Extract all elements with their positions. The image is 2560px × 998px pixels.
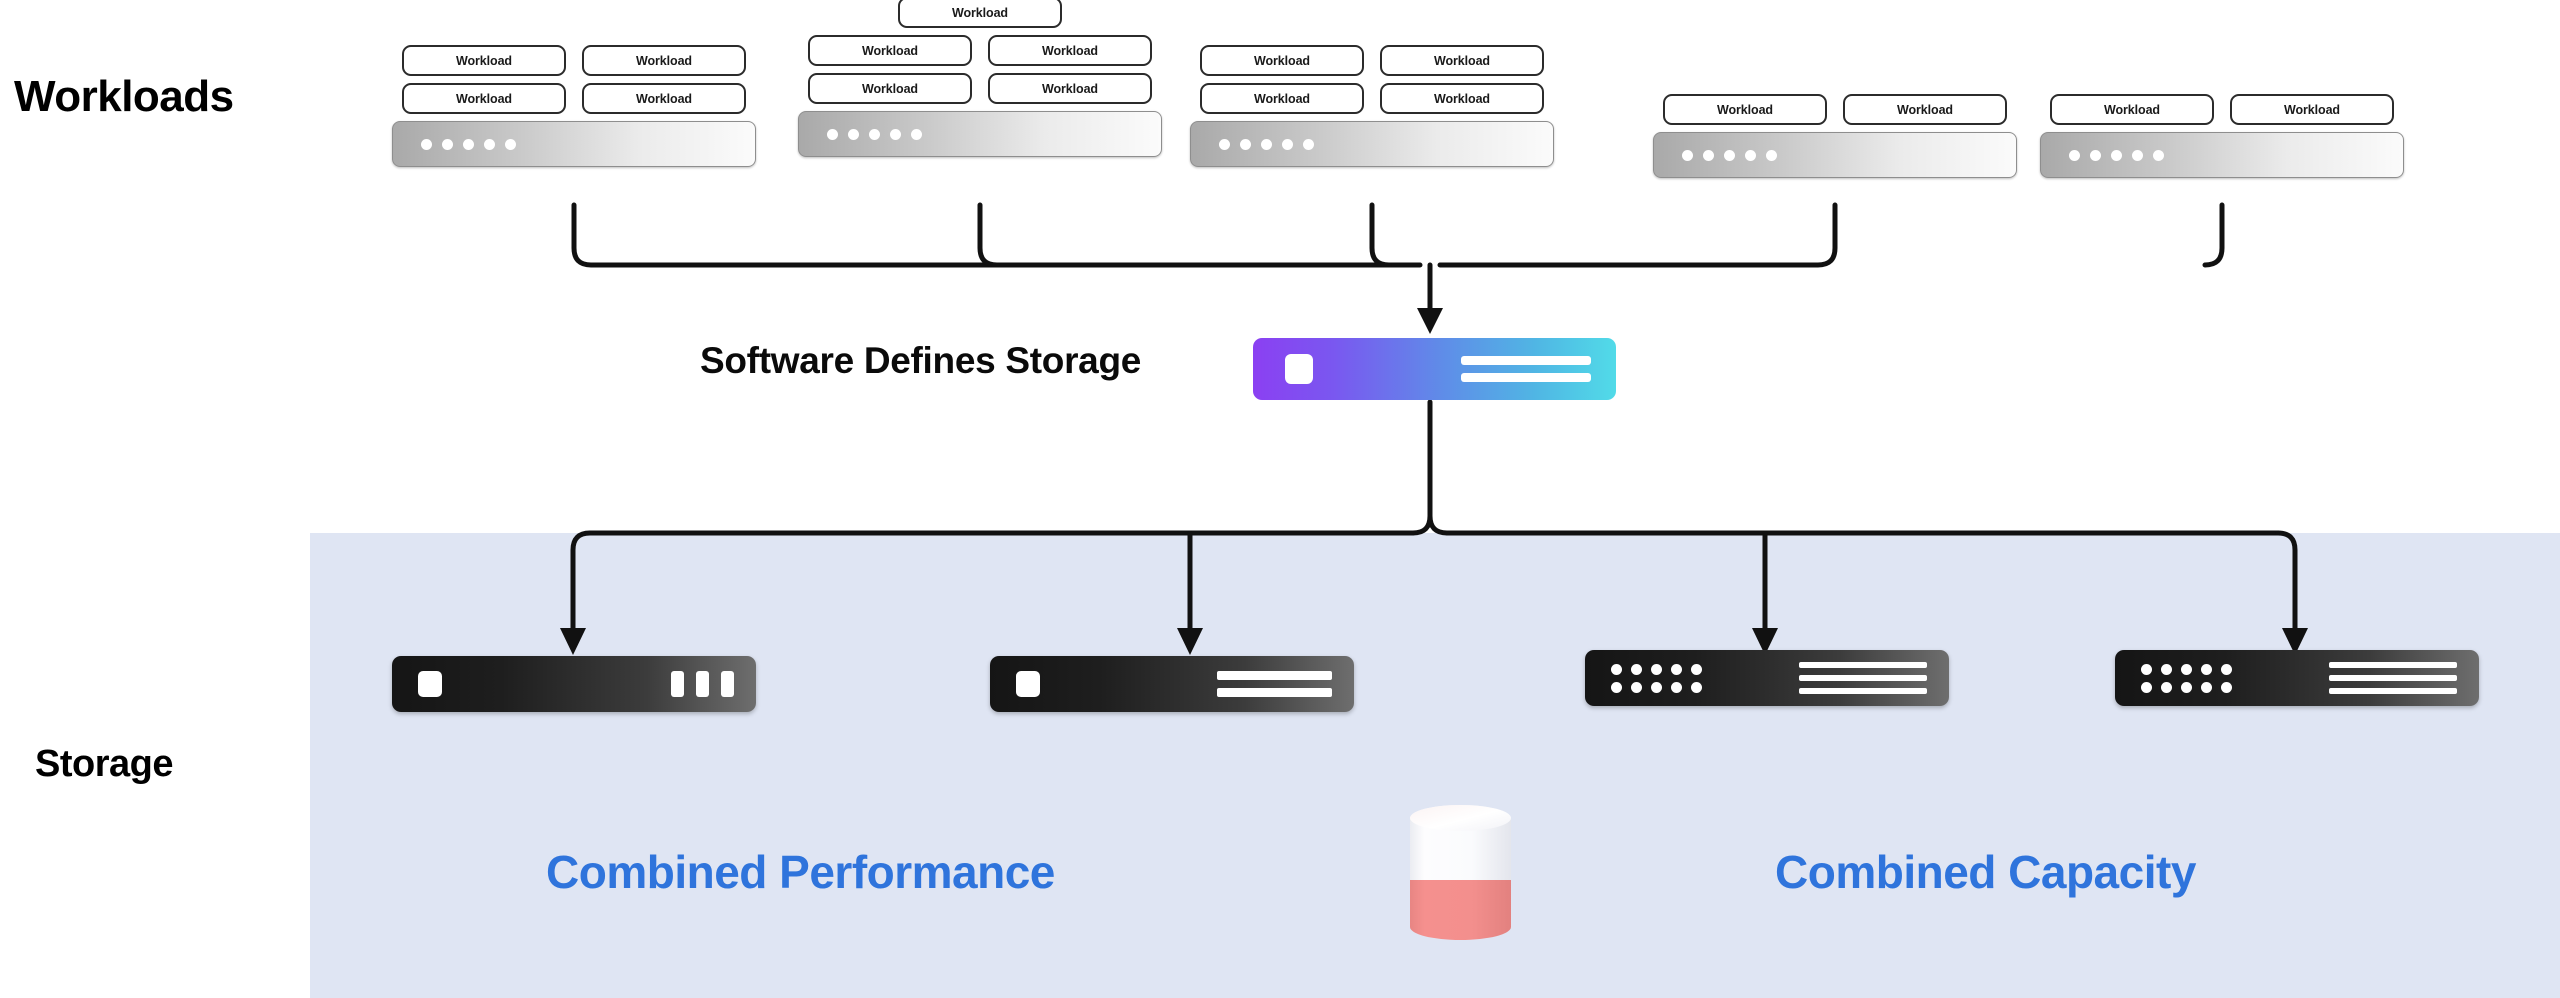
- workload-box[interactable]: Workload: [1200, 45, 1364, 76]
- square-icon: [1285, 354, 1313, 384]
- workload-box[interactable]: Workload: [988, 73, 1152, 104]
- host-status-dots: [421, 138, 516, 150]
- menu-lines-icon: [1461, 356, 1591, 382]
- workload-row: Workload Workload: [1190, 45, 1554, 76]
- software-defined-storage-bar[interactable]: [1253, 338, 1616, 400]
- storage-device-4[interactable]: [2115, 650, 2479, 706]
- capacity-cylinder-icon: [1410, 805, 1511, 941]
- host-server-bar[interactable]: [1190, 121, 1554, 167]
- host-status-dots: [1682, 149, 1777, 161]
- host-status-dots: [2069, 149, 2164, 161]
- workload-row: Workload Workload: [798, 73, 1162, 104]
- host-status-dots: [827, 128, 922, 140]
- storage-device-3[interactable]: [1585, 650, 1949, 706]
- host-server-bar[interactable]: [798, 111, 1162, 157]
- workload-box[interactable]: Workload: [2230, 94, 2394, 125]
- horizontal-bars-icon: [1217, 671, 1332, 697]
- host-server-bar[interactable]: [1653, 132, 2017, 178]
- workload-box[interactable]: Workload: [1663, 94, 1827, 125]
- workload-cluster-4: Workload Workload: [1653, 94, 2017, 178]
- host-server-bar[interactable]: [392, 121, 756, 167]
- host-status-dots: [1219, 138, 1314, 150]
- workload-row: Workload: [798, 0, 1162, 28]
- storage-device-1[interactable]: [392, 656, 756, 712]
- dot-grid-icon: [2141, 663, 2232, 693]
- workload-row: Workload Workload: [392, 83, 756, 114]
- workload-box[interactable]: Workload: [808, 73, 972, 104]
- workload-box[interactable]: Workload: [402, 83, 566, 114]
- workload-box[interactable]: Workload: [1843, 94, 2007, 125]
- vertical-bars-icon: [671, 671, 734, 697]
- workload-cluster-1: Workload Workload Workload Workload: [392, 45, 756, 167]
- workload-box[interactable]: Workload: [898, 0, 1062, 28]
- workload-row: Workload Workload: [1653, 94, 2017, 125]
- workload-cluster-3: Workload Workload Workload Workload: [1190, 45, 1554, 167]
- combined-capacity-caption: Combined Capacity: [1775, 846, 2196, 898]
- horizontal-bars-icon: [1799, 662, 1927, 694]
- workload-row: Workload Workload: [1190, 83, 1554, 114]
- workload-box[interactable]: Workload: [1200, 83, 1364, 114]
- workload-box[interactable]: Workload: [2050, 94, 2214, 125]
- horizontal-bars-icon: [2329, 662, 2457, 694]
- workload-box[interactable]: Workload: [582, 83, 746, 114]
- workload-row: Workload Workload: [392, 45, 756, 76]
- diagram-canvas: Workloads Storage Workload Workload Work…: [0, 0, 2560, 998]
- workload-box[interactable]: Workload: [582, 45, 746, 76]
- combined-performance-caption: Combined Performance: [546, 846, 1055, 898]
- workload-box[interactable]: Workload: [988, 35, 1152, 66]
- workloads-section-label: Workloads: [14, 72, 234, 121]
- sds-title-label: Software Defines Storage: [700, 340, 1142, 381]
- arrowhead-to-sds: [1417, 308, 1443, 334]
- workload-box[interactable]: Workload: [1380, 83, 1544, 114]
- workload-row: Workload Workload: [2040, 94, 2404, 125]
- workload-box[interactable]: Workload: [402, 45, 566, 76]
- square-icon: [418, 671, 442, 697]
- workload-row: Workload Workload: [798, 35, 1162, 66]
- storage-device-2[interactable]: [990, 656, 1354, 712]
- dot-grid-icon: [1611, 663, 1702, 693]
- workload-box[interactable]: Workload: [1380, 45, 1544, 76]
- workload-cluster-2: Workload Workload Workload Workload Work…: [798, 0, 1162, 157]
- workload-box[interactable]: Workload: [808, 35, 972, 66]
- storage-section-label: Storage: [35, 743, 173, 785]
- square-icon: [1016, 671, 1040, 697]
- host-server-bar[interactable]: [2040, 132, 2404, 178]
- workload-cluster-5: Workload Workload: [2040, 94, 2404, 178]
